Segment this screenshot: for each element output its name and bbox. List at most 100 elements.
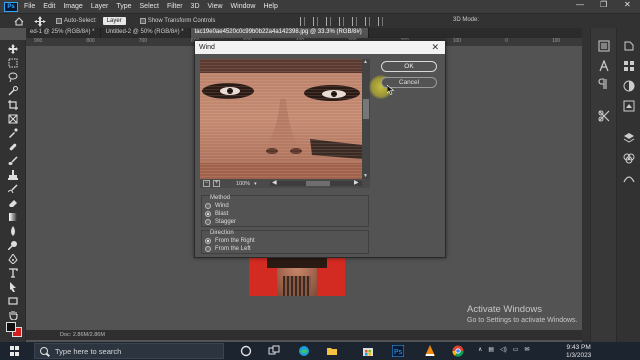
windows-start-icon[interactable] bbox=[10, 346, 20, 356]
healing-brush-tool-icon[interactable] bbox=[8, 142, 18, 152]
method-wind-option[interactable]: Wind bbox=[205, 203, 229, 209]
align-bottom-icon[interactable] bbox=[365, 17, 370, 26]
character-panel-icon[interactable] bbox=[598, 60, 610, 72]
align-right-icon[interactable] bbox=[326, 17, 331, 26]
clone-stamp-tool-icon[interactable] bbox=[8, 170, 18, 180]
rectangle-tool-icon[interactable] bbox=[8, 296, 18, 306]
align-middle-icon[interactable] bbox=[352, 17, 357, 26]
hand-tool-icon[interactable] bbox=[8, 310, 18, 320]
menu-view[interactable]: View bbox=[208, 3, 223, 10]
paths-panel-icon[interactable] bbox=[623, 172, 635, 184]
dodge-tool-icon[interactable] bbox=[8, 240, 18, 250]
close-app-button[interactable]: ✕ bbox=[624, 0, 631, 9]
frame-tool-icon[interactable] bbox=[8, 114, 18, 124]
radio-button[interactable] bbox=[205, 203, 211, 209]
home-icon[interactable] bbox=[14, 16, 24, 26]
menu-help[interactable]: Help bbox=[263, 3, 277, 10]
tab-document-active[interactable]: tac19e0ae4520c0c99b0b22a4a142398.jpg @ 3… bbox=[190, 28, 369, 38]
task-view-icon[interactable] bbox=[268, 345, 280, 357]
menu-edit[interactable]: Edit bbox=[43, 3, 55, 10]
eraser-tool-icon[interactable] bbox=[8, 198, 18, 208]
show-hidden-icons-icon[interactable]: ∧ bbox=[478, 346, 482, 353]
zoom-dropdown-icon[interactable]: ▾ bbox=[254, 181, 257, 187]
history-brush-tool-icon[interactable] bbox=[8, 184, 18, 194]
method-stagger-option[interactable]: Stagger bbox=[205, 219, 236, 225]
menu-3d[interactable]: 3D bbox=[191, 3, 200, 10]
crop-tool-icon[interactable] bbox=[8, 100, 18, 110]
zoom-out-button[interactable]: − bbox=[203, 180, 210, 187]
paragraph-panel-icon[interactable] bbox=[598, 78, 610, 90]
scroll-right-arrow-icon[interactable]: ▶ bbox=[354, 179, 359, 186]
menu-window[interactable]: Window bbox=[231, 3, 256, 10]
menu-type[interactable]: Type bbox=[116, 3, 131, 10]
file-explorer-icon[interactable] bbox=[326, 345, 338, 357]
minimize-button[interactable]: — bbox=[576, 0, 584, 9]
menu-layer[interactable]: Layer bbox=[91, 3, 109, 10]
pen-tool-icon[interactable] bbox=[8, 254, 18, 264]
preview-horizontal-scrollbar[interactable] bbox=[270, 181, 362, 186]
libraries-panel-icon[interactable] bbox=[623, 100, 635, 112]
gradient-tool-icon[interactable] bbox=[8, 212, 18, 222]
swatches-panel-icon[interactable] bbox=[623, 60, 635, 72]
menu-filter[interactable]: Filter bbox=[167, 3, 183, 10]
chrome-icon[interactable] bbox=[452, 345, 464, 357]
tab-document-2[interactable]: Untitled-2 @ 50% (RGB/8#) * bbox=[101, 28, 191, 38]
radio-button[interactable] bbox=[205, 219, 211, 225]
lasso-tool-icon[interactable] bbox=[8, 72, 18, 82]
blur-tool-icon[interactable] bbox=[8, 226, 18, 236]
taskbar-search-box[interactable]: Type here to search bbox=[34, 343, 224, 359]
ok-button[interactable]: OK bbox=[381, 61, 437, 72]
radio-button-selected[interactable] bbox=[205, 211, 211, 217]
brush-tool-icon[interactable] bbox=[8, 156, 18, 166]
network-icon[interactable]: ▤ bbox=[488, 346, 494, 353]
tool-presets-panel-icon[interactable] bbox=[598, 110, 610, 122]
move-tool-icon[interactable] bbox=[8, 44, 18, 54]
dialog-titlebar[interactable]: Wind ✕ bbox=[195, 41, 445, 54]
canvas-image[interactable] bbox=[249, 258, 345, 296]
cortana-icon[interactable] bbox=[240, 345, 252, 357]
auto-select-checkbox[interactable] bbox=[56, 18, 62, 24]
method-blast-option[interactable]: Blast bbox=[205, 211, 228, 217]
taskbar-clock[interactable]: 9:43 PM 1/3/2023 bbox=[566, 344, 591, 360]
move-tool-icon[interactable] bbox=[34, 15, 46, 27]
battery-icon[interactable]: ▭ bbox=[513, 346, 519, 353]
align-center-icon[interactable] bbox=[313, 17, 318, 26]
scroll-thumb[interactable] bbox=[363, 99, 369, 119]
direction-from-left-option[interactable]: From the Left bbox=[205, 246, 251, 252]
preview-vertical-scrollbar[interactable]: ▲ ▼ bbox=[362, 59, 370, 181]
radio-button[interactable] bbox=[205, 246, 211, 252]
scroll-left-arrow-icon[interactable]: ◀ bbox=[272, 179, 277, 186]
path-selection-tool-icon[interactable] bbox=[8, 282, 18, 292]
menu-select[interactable]: Select bbox=[140, 3, 159, 10]
menu-file[interactable]: File bbox=[24, 3, 35, 10]
menu-image[interactable]: Image bbox=[63, 3, 82, 10]
layers-panel-icon[interactable] bbox=[623, 132, 635, 144]
filter-preview[interactable] bbox=[200, 59, 362, 179]
volume-icon[interactable]: ◁) bbox=[500, 346, 507, 353]
tab-document-1[interactable]: ed-1 @ 25% (RGB/8#) * bbox=[26, 28, 102, 38]
align-left-icon[interactable] bbox=[300, 17, 305, 26]
channels-panel-icon[interactable] bbox=[623, 152, 635, 164]
auto-select-dropdown[interactable]: Layer bbox=[102, 17, 126, 25]
adjustments-panel-icon[interactable] bbox=[623, 80, 635, 92]
language-icon[interactable]: ✉ bbox=[524, 346, 529, 353]
store-icon[interactable] bbox=[362, 345, 374, 357]
direction-from-right-option[interactable]: From the Right bbox=[205, 238, 255, 244]
maximize-button[interactable]: ❐ bbox=[600, 0, 607, 9]
zoom-in-button[interactable]: + bbox=[213, 180, 220, 187]
edge-browser-icon[interactable] bbox=[298, 345, 310, 357]
type-tool-icon[interactable] bbox=[8, 268, 18, 278]
radio-button-selected[interactable] bbox=[205, 238, 211, 244]
dialog-close-button[interactable]: ✕ bbox=[431, 41, 439, 54]
foreground-color-swatch[interactable] bbox=[6, 322, 16, 332]
distribute-icon[interactable] bbox=[378, 17, 383, 26]
color-panel-icon[interactable] bbox=[623, 40, 635, 52]
scroll-up-arrow-icon[interactable]: ▲ bbox=[363, 59, 368, 65]
vlc-icon[interactable] bbox=[424, 345, 436, 357]
photoshop-taskbar-icon[interactable]: Ps bbox=[392, 345, 404, 357]
hscroll-thumb[interactable] bbox=[306, 181, 330, 186]
quick-select-tool-icon[interactable] bbox=[8, 86, 18, 96]
transform-controls-checkbox[interactable] bbox=[139, 18, 146, 24]
history-panel-icon[interactable] bbox=[598, 40, 610, 52]
marquee-tool-icon[interactable] bbox=[8, 58, 18, 68]
